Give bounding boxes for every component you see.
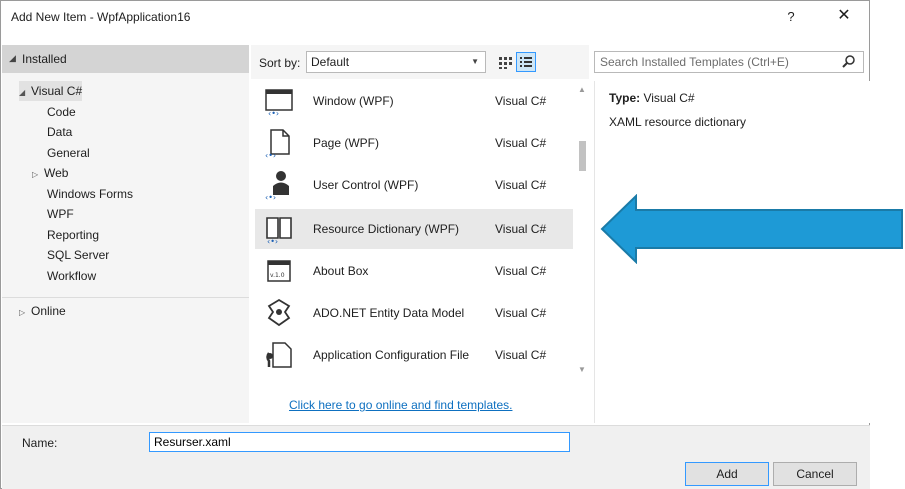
list-view-button[interactable] [516,52,536,72]
template-list-scrollbar[interactable]: ▲ ▼ [574,81,591,381]
tree-item-online[interactable]: ▷ Online [19,301,66,321]
template-name: Window (WPF) [313,94,394,108]
tree-item-wpf[interactable]: WPF [47,204,74,224]
template-language: Visual C# [495,136,547,150]
left-pane [2,45,249,423]
collapse-triangle-icon: ◢ [9,53,16,63]
collapse-triangle-icon[interactable]: ◢ [19,83,31,103]
tree-item-general[interactable]: General [47,143,90,163]
tree-item-label: Data [47,125,73,139]
template-item-config-file[interactable]: Application Configuration File Visual C# [255,335,573,375]
sort-by-value: Default [311,55,350,69]
type-value: Visual C# [643,91,695,105]
window-icon: ‹•› [265,89,293,117]
template-name: Application Configuration File [313,348,470,362]
tree-item-reporting[interactable]: Reporting [47,225,99,245]
title-bar: Add New Item - WpfApplication16 ? ✕ [1,1,869,33]
template-name: Page (WPF) [313,136,380,150]
callout-arrow [600,194,903,264]
svg-text:‹•›: ‹•› [268,109,279,117]
page-icon: ‹•› [265,129,290,159]
template-name: User Control (WPF) [313,178,419,192]
svg-text:‹•›: ‹•› [265,193,276,201]
tree-item-label: WPF [47,207,74,221]
tree-item-label: Online [31,304,66,318]
scroll-down-icon[interactable]: ▼ [578,365,586,374]
user-control-icon: ‹•› [265,171,289,201]
list-view-icon [520,57,532,67]
tree-item-label: SQL Server [47,248,110,262]
template-item-entity-model[interactable]: ADO.NET Entity Data Model Visual C# [255,293,573,333]
template-item-page[interactable]: ‹•› Page (WPF) Visual C# [255,123,573,163]
scroll-up-icon[interactable]: ▲ [578,85,586,94]
expand-triangle-icon: ▷ [19,308,26,317]
resource-dictionary-icon: ‹•› [266,217,292,245]
template-language: Visual C# [495,178,547,192]
template-item-user-control[interactable]: ‹•› User Control (WPF) Visual C# [255,165,573,205]
svg-text:‹•›: ‹•› [267,237,278,245]
online-templates-link[interactable]: Click here to go online and find templat… [289,398,512,412]
callout-arrow-shape [600,194,903,264]
tree-item-label: Windows Forms [47,186,134,201]
tree-item-sql-server[interactable]: SQL Server [47,245,109,265]
template-name: Resource Dictionary (WPF) [313,222,460,236]
template-item-window[interactable]: ‹•› Window (WPF) Visual C# [255,81,573,121]
bottom-panel: Name: Add Cancel [2,425,870,489]
expand-triangle-icon[interactable]: ▷ [32,165,44,185]
sort-by-dropdown[interactable]: Default ▼ [306,51,486,73]
sort-toolbar: Sort by: Default ▼ [251,45,589,79]
tree-item-data[interactable]: Data [47,122,72,142]
template-language: Visual C# [495,222,547,236]
name-field[interactable] [149,432,570,452]
window-title: Add New Item - WpfApplication16 [11,10,191,24]
tree-item-visual-c-[interactable]: ◢ Visual C# [19,81,83,103]
tree-item-web[interactable]: ▷ Web [32,163,68,183]
tree-item-label: Reporting [47,227,100,242]
grid-view-button[interactable] [495,52,515,72]
svg-text:‹•›: ‹•› [265,151,276,159]
template-item-resource-dictionary[interactable]: ‹•› Resource Dictionary (WPF) Visual C# [255,209,573,249]
tree-item-label: Web [44,166,69,180]
grid-view-icon [499,57,512,69]
tree-item-label: Visual C# [31,84,83,98]
template-description: XAML resource dictionary [609,115,746,129]
tree-item-windows-forms[interactable]: Windows Forms [47,184,133,204]
template-item-about-box[interactable]: v.1.0 About Box Visual C# [255,251,573,291]
tree-item-workflow[interactable]: Workflow [47,266,96,286]
config-file-icon [266,342,292,368]
tree-item-label: General [47,145,90,160]
about-box-icon-text: v.1.0 [270,272,285,279]
installed-label: Installed [22,52,67,66]
sort-by-label: Sort by: [259,56,301,70]
tree-item-label: Code [47,104,76,119]
template-list: ‹•› Window (WPF) Visual C# ‹•› Page (WPF… [255,81,573,423]
name-label: Name: [22,436,58,450]
template-language: Visual C# [495,306,547,320]
tree-item-label: Workflow [47,268,97,283]
type-line: Type: Visual C# [609,91,695,105]
search-icon [842,55,855,68]
add-button[interactable]: Add [685,462,769,486]
tree-item-code[interactable]: Code [47,102,76,122]
template-language: Visual C# [495,94,547,108]
type-label: Type: [609,91,641,105]
about-box-icon: v.1.0 [267,260,291,282]
search-placeholder: Search Installed Templates (Ctrl+E) [600,55,789,69]
close-button[interactable]: ✕ [831,5,857,27]
search-input[interactable]: Search Installed Templates (Ctrl+E) [594,51,864,73]
template-language: Visual C# [495,348,547,362]
help-button[interactable]: ? [779,7,803,27]
entity-model-icon [267,298,291,327]
installed-header[interactable]: ◢ Installed [2,45,249,73]
tree-divider [2,297,249,298]
chevron-down-icon: ▼ [471,57,479,66]
cancel-button[interactable]: Cancel [773,462,857,486]
template-name: About Box [313,264,369,278]
template-name: ADO.NET Entity Data Model [313,306,465,320]
template-language: Visual C# [495,264,547,278]
scroll-thumb[interactable] [579,141,586,171]
